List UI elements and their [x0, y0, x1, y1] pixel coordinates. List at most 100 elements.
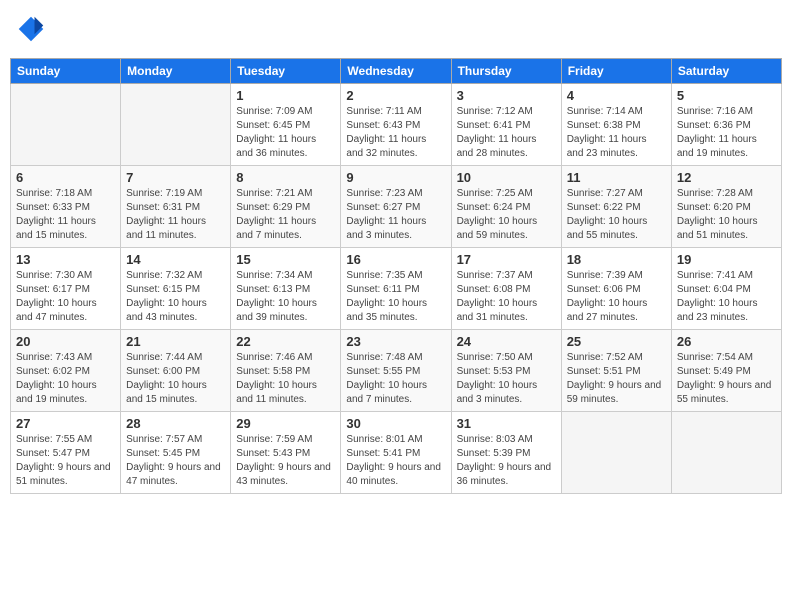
- day-number: 4: [567, 88, 666, 103]
- day-info: Sunrise: 7:48 AM Sunset: 5:55 PM Dayligh…: [346, 351, 445, 407]
- day-number: 21: [126, 334, 225, 349]
- calendar-cell: 29 Sunrise: 7:59 AM Sunset: 5:43 PM Dayli…: [231, 412, 341, 494]
- week-row-1: 1Sunrise: 7:09 AM Sunset: 6:45 PM Daylig…: [11, 84, 782, 166]
- day-number: 19: [677, 252, 776, 267]
- day-info: Sunrise: 7:32 AM Sunset: 6:15 PM Dayligh…: [126, 269, 225, 325]
- day-header-sunday: Sunday: [11, 59, 121, 84]
- day-info: Sunrise: 7:16 AM Sunset: 6:36 PM Dayligh…: [677, 105, 776, 161]
- calendar-cell: 22 Sunrise: 7:46 AM Sunset: 5:58 PM Dayli…: [231, 330, 341, 412]
- day-info: Sunrise: 8:03 AM Sunset: 5:39 PM Dayligh…: [457, 433, 556, 489]
- day-info: Sunrise: 7:44 AM Sunset: 6:00 PM Dayligh…: [126, 351, 225, 407]
- day-number: 12: [677, 170, 776, 185]
- calendar-cell: 11 Sunrise: 7:27 AM Sunset: 6:22 PM Dayli…: [561, 166, 671, 248]
- day-info: Sunrise: 7:39 AM Sunset: 6:06 PM Dayligh…: [567, 269, 666, 325]
- day-number: 26: [677, 334, 776, 349]
- day-header-saturday: Saturday: [671, 59, 781, 84]
- day-info: Sunrise: 7:55 AM Sunset: 5:47 PM Dayligh…: [16, 433, 115, 489]
- day-header-thursday: Thursday: [451, 59, 561, 84]
- day-info: Sunrise: 7:34 AM Sunset: 6:13 PM Dayligh…: [236, 269, 335, 325]
- calendar-cell: 25Sunrise: 7:52 AM Sunset: 5:51 PM Dayli…: [561, 330, 671, 412]
- day-info: Sunrise: 7:59 AM Sunset: 5:43 PM Dayligh…: [236, 433, 335, 489]
- week-row-4: 20 Sunrise: 7:43 AM Sunset: 6:02 PM Dayli…: [11, 330, 782, 412]
- day-info: Sunrise: 7:25 AM Sunset: 6:24 PM Dayligh…: [457, 187, 556, 243]
- day-info: Sunrise: 7:23 AM Sunset: 6:27 PM Dayligh…: [346, 187, 445, 243]
- day-header-monday: Monday: [121, 59, 231, 84]
- calendar-cell: 2Sunrise: 7:11 AM Sunset: 6:43 PM Daylig…: [341, 84, 451, 166]
- calendar-cell: 24 Sunrise: 7:50 AM Sunset: 5:53 PM Dayli…: [451, 330, 561, 412]
- day-header-tuesday: Tuesday: [231, 59, 341, 84]
- day-number: 13: [16, 252, 115, 267]
- day-number: 24: [457, 334, 556, 349]
- week-row-2: 6 Sunrise: 7:18 AM Sunset: 6:33 PM Daylig…: [11, 166, 782, 248]
- calendar-cell: 30Sunrise: 8:01 AM Sunset: 5:41 PM Dayli…: [341, 412, 451, 494]
- day-header-wednesday: Wednesday: [341, 59, 451, 84]
- calendar-cell: [11, 84, 121, 166]
- day-info: Sunrise: 7:14 AM Sunset: 6:38 PM Dayligh…: [567, 105, 666, 161]
- day-info: Sunrise: 7:18 AM Sunset: 6:33 PM Dayligh…: [16, 187, 115, 243]
- day-number: 16: [346, 252, 445, 267]
- day-number: 28: [126, 416, 225, 431]
- calendar-header-row: SundayMondayTuesdayWednesdayThursdayFrid…: [11, 59, 782, 84]
- week-row-5: 27 Sunrise: 7:55 AM Sunset: 5:47 PM Dayli…: [11, 412, 782, 494]
- calendar-cell: 6 Sunrise: 7:18 AM Sunset: 6:33 PM Daylig…: [11, 166, 121, 248]
- day-number: 11: [567, 170, 666, 185]
- day-number: 14: [126, 252, 225, 267]
- day-header-friday: Friday: [561, 59, 671, 84]
- day-number: 29: [236, 416, 335, 431]
- day-info: Sunrise: 7:21 AM Sunset: 6:29 PM Dayligh…: [236, 187, 335, 243]
- calendar-cell: 15 Sunrise: 7:34 AM Sunset: 6:13 PM Dayli…: [231, 248, 341, 330]
- day-number: 18: [567, 252, 666, 267]
- day-info: Sunrise: 7:12 AM Sunset: 6:41 PM Dayligh…: [457, 105, 556, 161]
- calendar-cell: [121, 84, 231, 166]
- day-number: 30: [346, 416, 445, 431]
- day-number: 3: [457, 88, 556, 103]
- day-info: Sunrise: 7:41 AM Sunset: 6:04 PM Dayligh…: [677, 269, 776, 325]
- day-number: 5: [677, 88, 776, 103]
- week-row-3: 13 Sunrise: 7:30 AM Sunset: 6:17 PM Dayli…: [11, 248, 782, 330]
- day-number: 17: [457, 252, 556, 267]
- day-number: 15: [236, 252, 335, 267]
- calendar-cell: 18 Sunrise: 7:39 AM Sunset: 6:06 PM Dayli…: [561, 248, 671, 330]
- calendar-cell: 17 Sunrise: 7:37 AM Sunset: 6:08 PM Dayli…: [451, 248, 561, 330]
- calendar-cell: 13 Sunrise: 7:30 AM Sunset: 6:17 PM Dayli…: [11, 248, 121, 330]
- day-info: Sunrise: 7:37 AM Sunset: 6:08 PM Dayligh…: [457, 269, 556, 325]
- calendar-cell: 1Sunrise: 7:09 AM Sunset: 6:45 PM Daylig…: [231, 84, 341, 166]
- day-number: 27: [16, 416, 115, 431]
- day-info: Sunrise: 7:52 AM Sunset: 5:51 PM Dayligh…: [567, 351, 666, 407]
- logo: [15, 15, 49, 48]
- day-number: 10: [457, 170, 556, 185]
- day-number: 31: [457, 416, 556, 431]
- calendar-cell: 20 Sunrise: 7:43 AM Sunset: 6:02 PM Dayli…: [11, 330, 121, 412]
- day-info: Sunrise: 7:28 AM Sunset: 6:20 PM Dayligh…: [677, 187, 776, 243]
- day-number: 20: [16, 334, 115, 349]
- day-info: Sunrise: 7:46 AM Sunset: 5:58 PM Dayligh…: [236, 351, 335, 407]
- calendar-cell: 28 Sunrise: 7:57 AM Sunset: 5:45 PM Dayli…: [121, 412, 231, 494]
- day-info: Sunrise: 7:50 AM Sunset: 5:53 PM Dayligh…: [457, 351, 556, 407]
- day-number: 2: [346, 88, 445, 103]
- calendar-cell: [671, 412, 781, 494]
- calendar-cell: 8 Sunrise: 7:21 AM Sunset: 6:29 PM Daylig…: [231, 166, 341, 248]
- day-info: Sunrise: 7:30 AM Sunset: 6:17 PM Dayligh…: [16, 269, 115, 325]
- page-header: [10, 10, 782, 48]
- day-info: Sunrise: 7:27 AM Sunset: 6:22 PM Dayligh…: [567, 187, 666, 243]
- calendar-cell: 23 Sunrise: 7:48 AM Sunset: 5:55 PM Dayli…: [341, 330, 451, 412]
- day-number: 7: [126, 170, 225, 185]
- day-number: 22: [236, 334, 335, 349]
- day-number: 23: [346, 334, 445, 349]
- calendar-cell: 31 Sunrise: 8:03 AM Sunset: 5:39 PM Dayli…: [451, 412, 561, 494]
- calendar-cell: 21 Sunrise: 7:44 AM Sunset: 6:00 PM Dayli…: [121, 330, 231, 412]
- calendar-cell: 26Sunrise: 7:54 AM Sunset: 5:49 PM Dayli…: [671, 330, 781, 412]
- logo-icon: [17, 15, 45, 43]
- day-number: 6: [16, 170, 115, 185]
- calendar-cell: 10 Sunrise: 7:25 AM Sunset: 6:24 PM Dayli…: [451, 166, 561, 248]
- day-number: 9: [346, 170, 445, 185]
- day-number: 8: [236, 170, 335, 185]
- calendar-cell: 14 Sunrise: 7:32 AM Sunset: 6:15 PM Dayli…: [121, 248, 231, 330]
- calendar-cell: 3 Sunrise: 7:12 AM Sunset: 6:41 PM Daylig…: [451, 84, 561, 166]
- day-info: Sunrise: 7:35 AM Sunset: 6:11 PM Dayligh…: [346, 269, 445, 325]
- day-info: Sunrise: 7:19 AM Sunset: 6:31 PM Dayligh…: [126, 187, 225, 243]
- day-info: Sunrise: 7:43 AM Sunset: 6:02 PM Dayligh…: [16, 351, 115, 407]
- calendar-cell: [561, 412, 671, 494]
- day-info: Sunrise: 7:57 AM Sunset: 5:45 PM Dayligh…: [126, 433, 225, 489]
- calendar-cell: 12 Sunrise: 7:28 AM Sunset: 6:20 PM Dayli…: [671, 166, 781, 248]
